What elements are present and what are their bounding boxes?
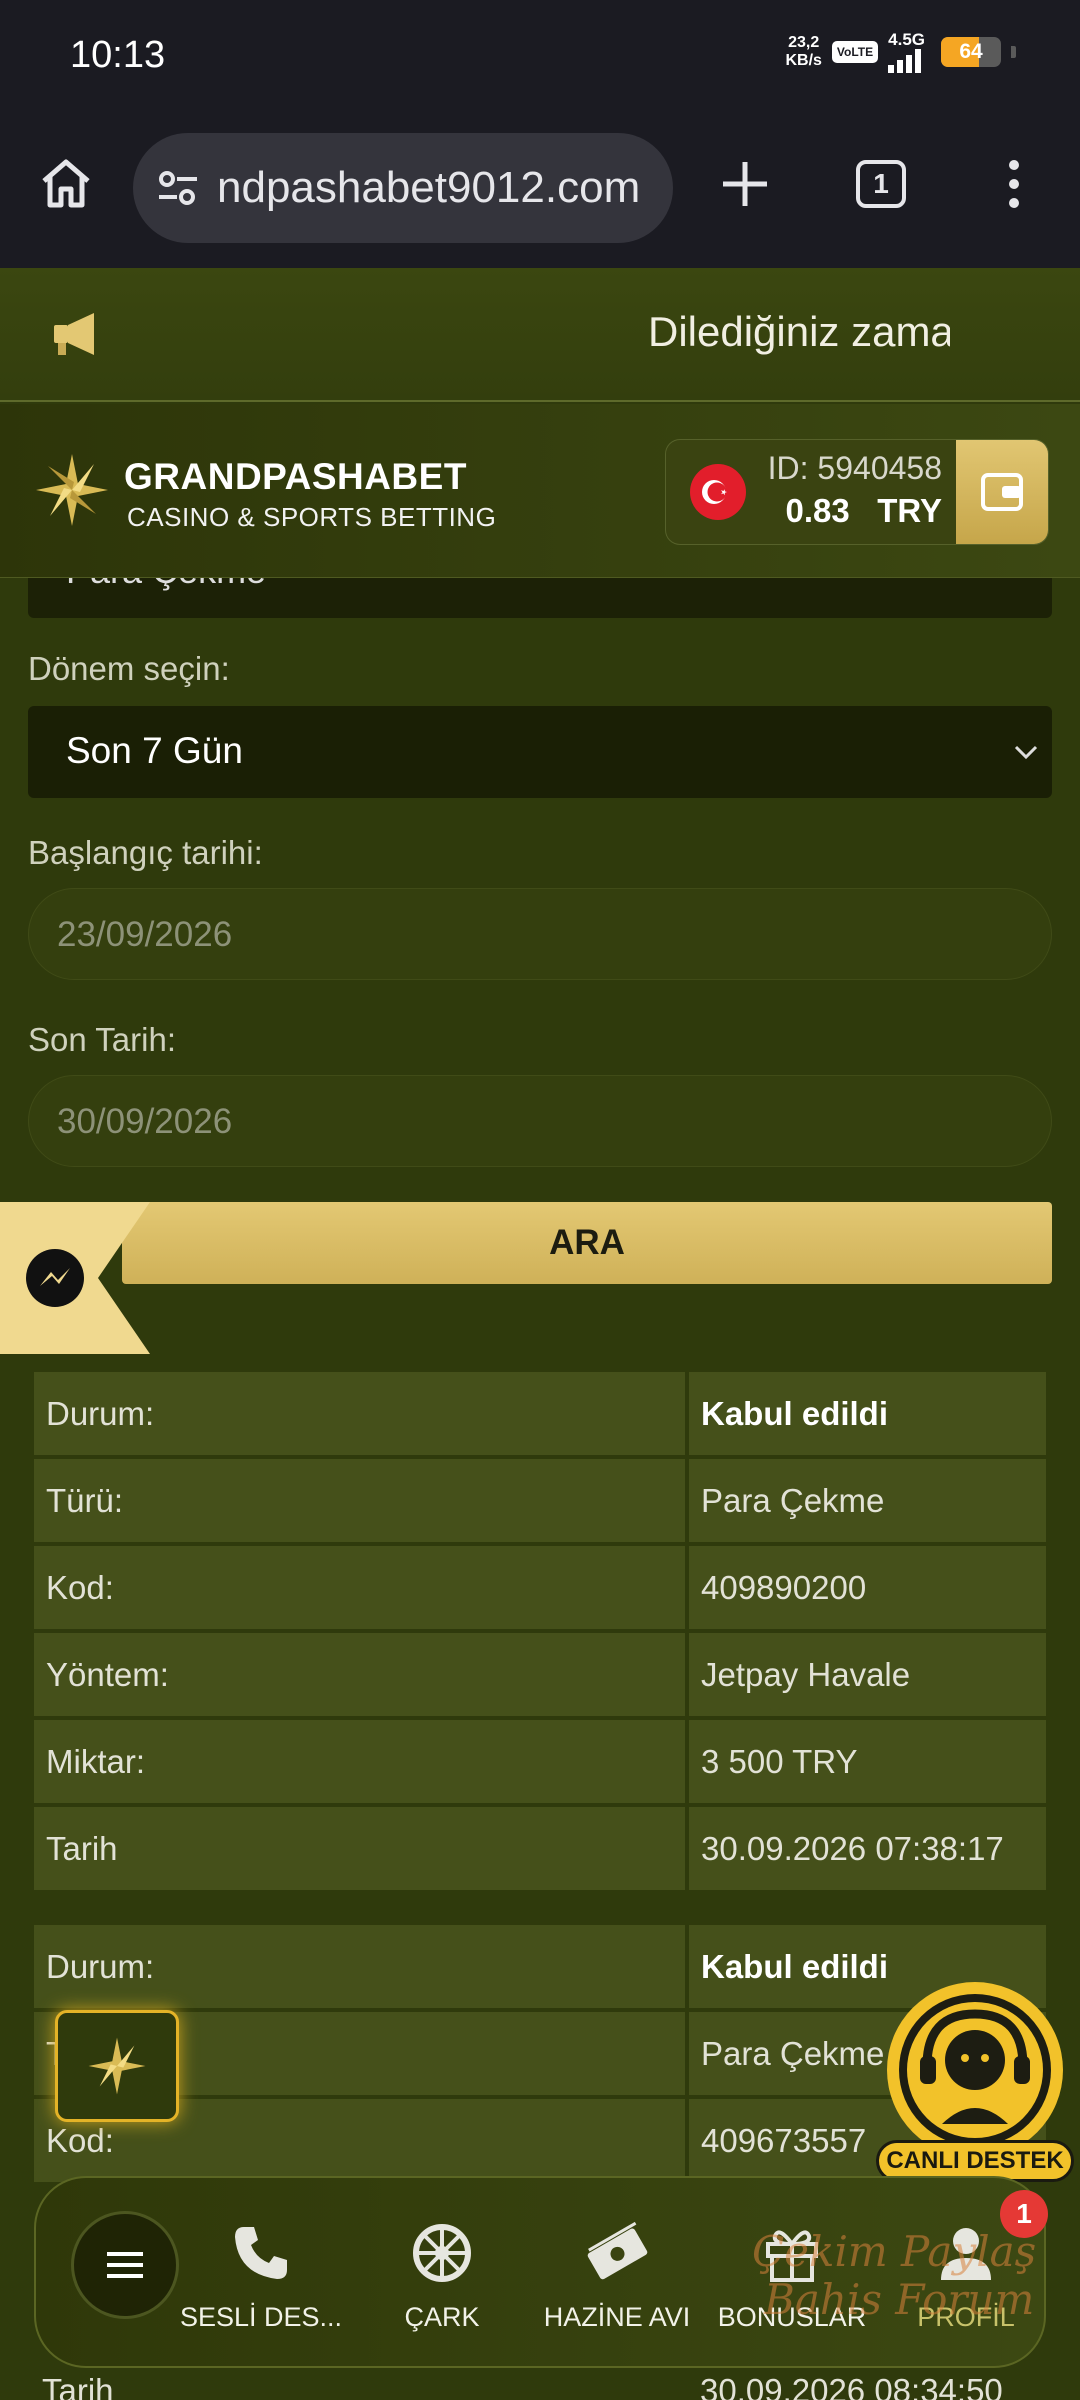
url-text: ndpashabet9012.com (217, 163, 641, 212)
site-header: GRANDPASHABET CASINO & SPORTS BETTING ID… (0, 404, 1080, 578)
type-value: Para Çekme (689, 1459, 1046, 1542)
nav-item-voice-support[interactable]: SESLİ DES... (171, 2222, 351, 2333)
turkey-flag-icon (690, 464, 746, 520)
address-bar[interactable]: ndpashabet9012.com (133, 133, 673, 243)
status-value: Kabul edildi (689, 1372, 1046, 1455)
nav-label: HAZİNE AVI (543, 2302, 691, 2332)
account-balance: 0.83 TRY (785, 492, 942, 530)
nav-label: SESLİ DES... (179, 2302, 343, 2332)
wallet-icon (981, 473, 1023, 511)
date-label: Tarih (42, 2372, 114, 2400)
new-tab-icon[interactable] (718, 157, 772, 211)
account-id: ID: 5940458 (767, 450, 942, 486)
amount-value: 3 500 TRY (689, 1720, 1046, 1803)
start-date-input[interactable]: 23/09/2026 (28, 888, 1052, 980)
transaction-card: Durum: Kabul edildi Türü: Para Çekme Kod… (30, 1368, 1050, 1894)
watermark: Çekim Paylaş Bahis Forum (752, 2227, 1037, 2324)
status-label: Durum: (34, 1925, 685, 2008)
method-value: Jetpay Havale (689, 1633, 1046, 1716)
amount-label: Miktar: (34, 1720, 685, 1803)
table-row: Yöntem: Jetpay Havale (34, 1633, 1046, 1716)
hamburger-menu-button[interactable] (71, 2211, 179, 2319)
table-row: Kod: 409890200 (34, 1546, 1046, 1629)
table-row: Türü: Para Çekme (34, 1459, 1046, 1542)
nav-item-treasure-hunt[interactable]: HAZİNE AVI (527, 2222, 707, 2333)
code-value: 409890200 (689, 1546, 1046, 1629)
brand-star-icon (88, 2037, 146, 2095)
promo-float-button[interactable] (55, 2010, 179, 2122)
more-menu-icon[interactable] (1000, 158, 1028, 210)
hamburger-icon (107, 2252, 143, 2278)
status-icons: 23,2 KB/s VoLTE 4.5G 64 (785, 30, 1016, 74)
battery-icon: 64 (941, 37, 1001, 67)
status-bar: 10:13 23,2 KB/s VoLTE 4.5G 64 (0, 0, 1080, 100)
megaphone-icon (54, 313, 94, 355)
brand-name[interactable]: GRANDPASHABET (124, 456, 467, 498)
start-date-label: Başlangıç tarihi: (28, 834, 263, 871)
chat-tab[interactable] (0, 1202, 150, 1354)
browser-toolbar: ndpashabet9012.com 1 (0, 100, 1080, 268)
phone-icon (235, 2227, 287, 2279)
search-button[interactable]: ARA (122, 1202, 1052, 1284)
volte-icon: VoLTE (831, 41, 879, 63)
type-label: Türü: (34, 1459, 685, 1542)
nav-label: ÇARK (404, 2302, 480, 2332)
table-row: Tarih 30.09.2026 08:34:50 (30, 2370, 1050, 2400)
method-label: Yöntem: (34, 1633, 685, 1716)
nav-item-wheel[interactable]: ÇARK (352, 2222, 532, 2333)
status-label: Durum: (34, 1372, 685, 1455)
chevron-down-icon (1014, 745, 1038, 760)
signal-icon: 4.5G (888, 31, 925, 73)
period-label: Dönem seçin: (28, 650, 230, 687)
brand-star-icon[interactable] (34, 452, 110, 528)
money-icon (587, 2222, 648, 2280)
tab-switcher-button[interactable]: 1 (856, 160, 906, 208)
start-date-value: 23/09/2026 (57, 915, 233, 954)
announcement-bar: Dilediğiniz zama (0, 268, 1080, 402)
wheel-icon (413, 2224, 471, 2282)
date-value: 30.09.2026 08:34:50 (700, 2372, 1003, 2400)
table-row: Durum: Kabul edildi (34, 1372, 1046, 1455)
balance-currency: TRY (877, 492, 942, 529)
period-select[interactable]: Son 7 Gün (28, 706, 1052, 798)
home-icon[interactable] (38, 155, 94, 211)
account-box[interactable]: ID: 5940458 0.83 TRY (666, 440, 1048, 544)
network-speed: 23,2 KB/s (785, 34, 822, 69)
wallet-button[interactable] (956, 440, 1048, 544)
date-label: Tarih (34, 1807, 685, 1890)
site-settings-icon[interactable] (153, 163, 203, 213)
table-row: Tarih 30.09.2026 07:38:17 (34, 1807, 1046, 1890)
table-row: Miktar: 3 500 TRY (34, 1720, 1046, 1803)
end-date-label: Son Tarih: (28, 1021, 176, 1058)
brand-tagline: CASINO & SPORTS BETTING (127, 502, 497, 532)
period-value: Son 7 Gün (66, 730, 243, 771)
date-value: 30.09.2026 07:38:17 (689, 1807, 1046, 1890)
end-date-value: 30/09/2026 (57, 1102, 233, 1141)
end-date-input[interactable]: 30/09/2026 (28, 1075, 1052, 1167)
announcement-text: Dilediğiniz zama (648, 308, 950, 355)
balance-amount: 0.83 (785, 492, 850, 529)
status-time: 10:13 (70, 34, 166, 76)
code-label: Kod: (34, 1546, 685, 1629)
